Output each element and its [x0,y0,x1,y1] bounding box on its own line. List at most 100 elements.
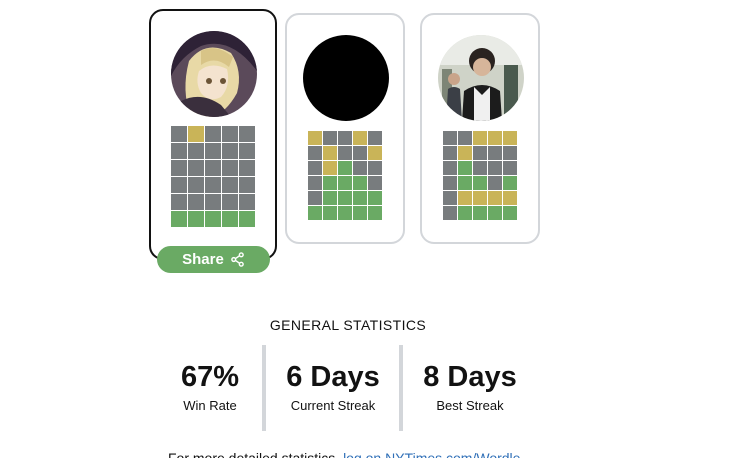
black-circle-avatar-image [303,35,389,121]
tile-present [353,131,367,145]
tile-absent [488,161,502,175]
tile-absent [222,160,238,176]
tile-correct [171,211,187,227]
tile-absent [503,146,517,160]
tile-present [488,131,502,145]
tile-absent [205,143,221,159]
tile-absent [443,191,457,205]
tile-absent [171,177,187,193]
tile-absent [488,146,502,160]
player-avatar [303,35,389,121]
tile-absent [323,131,337,145]
tile-present [188,126,204,142]
tile-absent [239,177,255,193]
tile-present [368,146,382,160]
tile-absent [308,161,322,175]
tile-absent [205,194,221,210]
player-card[interactable] [420,13,540,244]
player-card[interactable] [149,9,277,260]
tile-correct [338,206,352,220]
tile-present [323,146,337,160]
tile-absent [239,160,255,176]
tile-absent [188,143,204,159]
tile-correct [488,206,502,220]
tile-correct [503,206,517,220]
tile-present [473,191,487,205]
tile-absent [239,143,255,159]
stat-label: Current Streak [290,398,376,413]
tile-absent [368,131,382,145]
tile-absent [443,206,457,220]
tile-correct [323,191,337,205]
tile-correct [473,176,487,190]
tile-absent [222,194,238,210]
stat-best-streak: 8 Days Best Streak [405,360,535,413]
tile-correct [338,191,352,205]
tile-absent [443,146,457,160]
tile-absent [222,126,238,142]
stat-divider [262,345,266,431]
tile-absent [443,176,457,190]
tile-absent [338,146,352,160]
tile-correct [458,161,472,175]
stat-label: Win Rate [183,398,237,413]
tile-absent [503,161,517,175]
nytimes-link[interactable]: log on NYTimes.com/Wordle [343,450,520,458]
tile-present [473,131,487,145]
share-button[interactable]: Share [157,246,270,273]
tile-absent [239,194,255,210]
tile-absent [353,146,367,160]
tile-present [458,191,472,205]
tile-absent [308,176,322,190]
tile-correct [368,191,382,205]
tile-correct [353,206,367,220]
photo-avatar-image [438,35,524,121]
player-avatar [171,31,257,117]
footer-prefix: For more detailed statistics, [168,450,344,458]
tile-absent [488,176,502,190]
tile-correct [458,206,472,220]
tile-correct [353,176,367,190]
tile-absent [308,191,322,205]
tile-correct [353,191,367,205]
tile-absent [443,161,457,175]
stat-win-rate: 67% Win Rate [160,360,260,413]
tile-correct [222,211,238,227]
tile-absent [458,131,472,145]
tile-absent [188,177,204,193]
tile-correct [323,176,337,190]
anime-girl-avatar-image [171,31,257,117]
player-avatar [438,35,524,121]
tile-present [458,146,472,160]
stat-value: 6 Days [286,361,380,393]
tile-absent [171,160,187,176]
tile-correct [205,211,221,227]
tile-correct [308,206,322,220]
footer-note: For more detailed statistics, log on NYT… [168,450,548,458]
tile-correct [503,176,517,190]
share-icon [231,252,244,267]
stats-title: GENERAL STATISTICS [269,317,427,333]
tile-absent [222,177,238,193]
tile-correct [239,211,255,227]
tile-correct [458,176,472,190]
tile-absent [353,161,367,175]
tile-absent [473,146,487,160]
stat-label: Best Streak [436,398,504,413]
tile-absent [473,161,487,175]
tile-correct [338,176,352,190]
tile-absent [188,160,204,176]
tile-absent [205,126,221,142]
tile-absent [443,131,457,145]
share-label: Share [182,251,224,268]
guess-grid [308,131,382,220]
stat-value: 8 Days [423,361,517,393]
tile-absent [171,143,187,159]
tile-absent [205,177,221,193]
player-card[interactable] [285,13,405,244]
tile-present [503,131,517,145]
tile-present [308,131,322,145]
tile-absent [171,126,187,142]
tile-absent [368,161,382,175]
stat-divider [399,345,403,431]
